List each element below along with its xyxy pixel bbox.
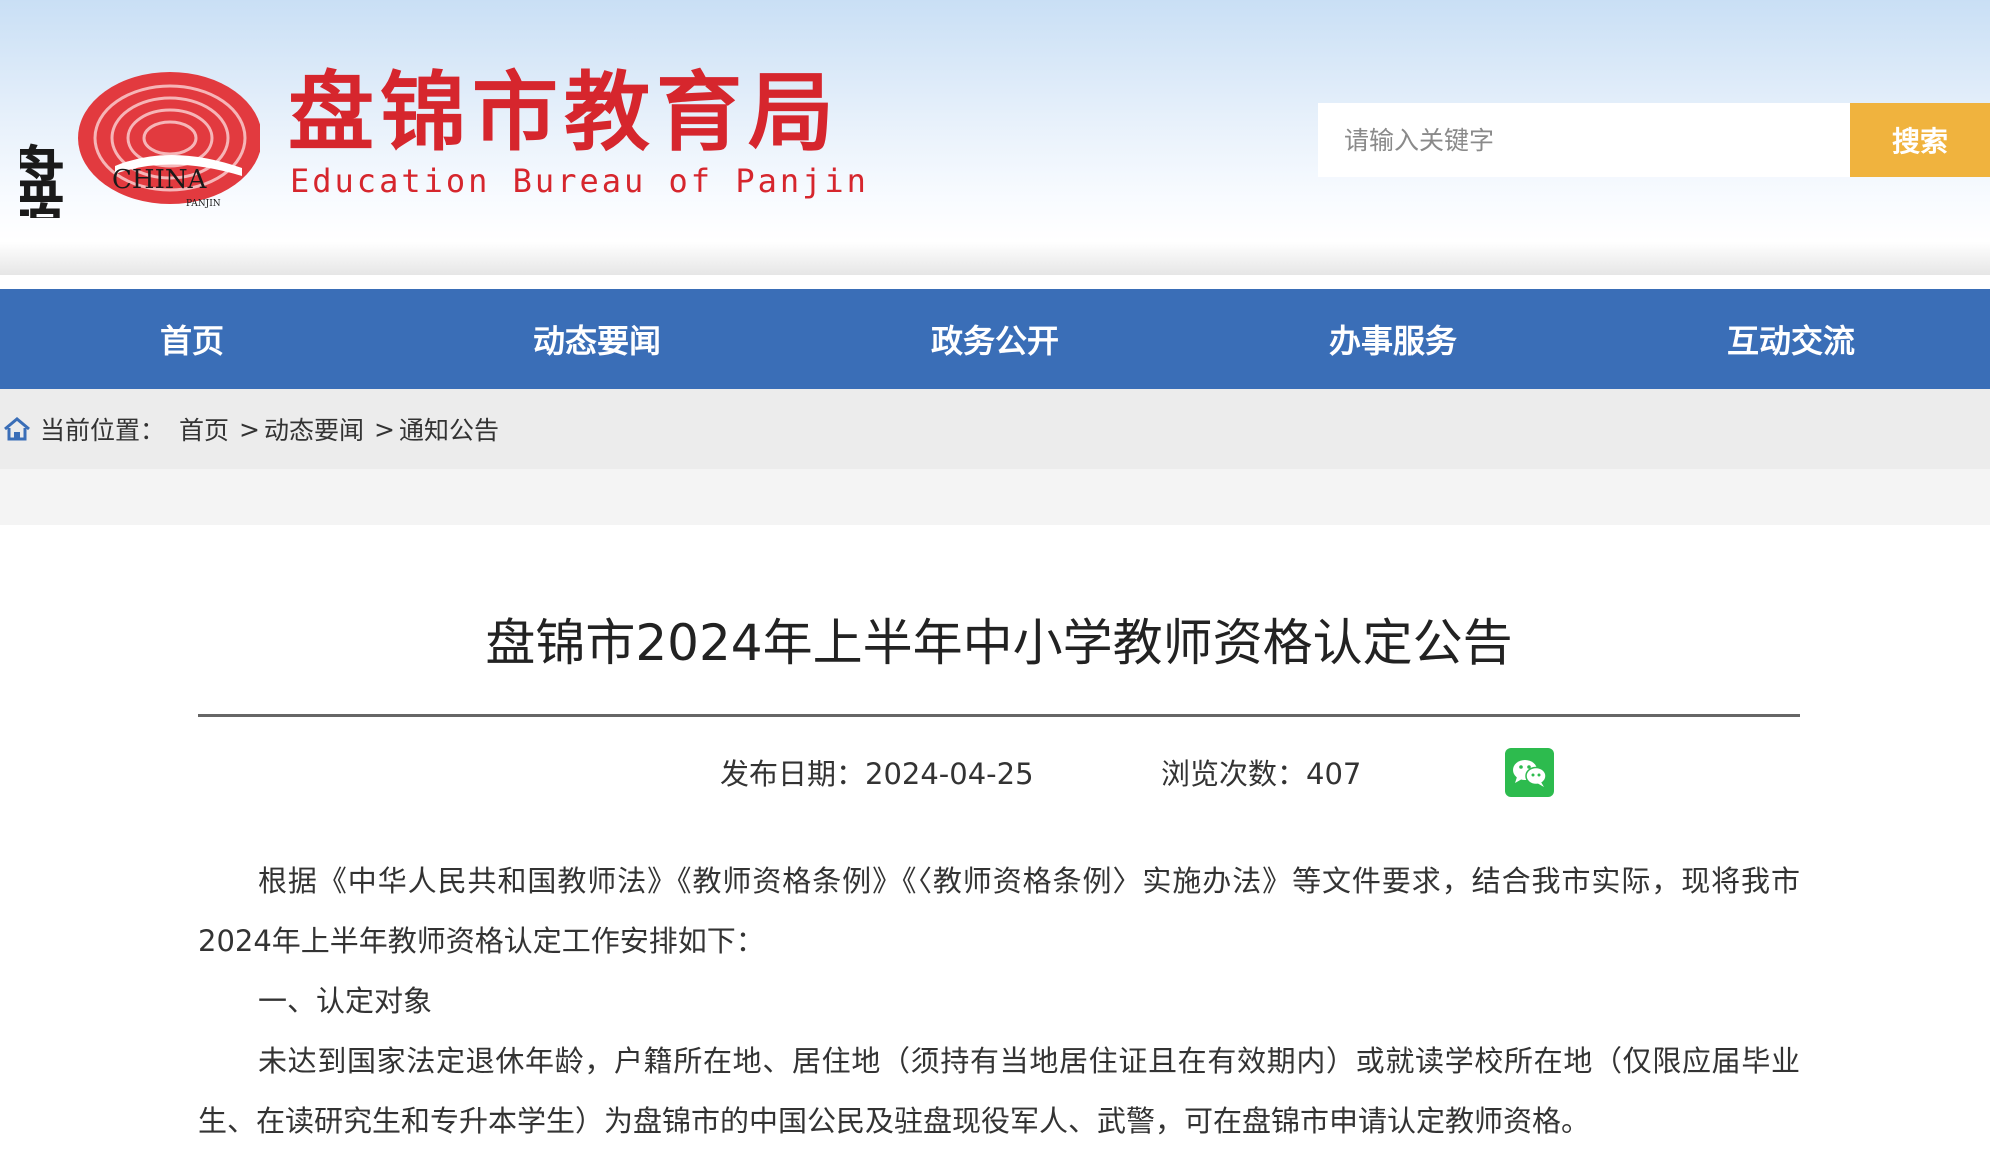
breadcrumb-notices[interactable]: 通知公告 — [399, 411, 499, 447]
article-paragraph: 根据《中华人民共和国教师法》《教师资格条例》《〈教师资格条例〉实施办法》等文件要… — [198, 864, 1800, 958]
main-nav: 首页 动态要闻 政务公开 办事服务 互动交流 — [0, 289, 1990, 389]
article-paragraph: 未达到国家法定退休年龄，户籍所在地、居住地（须持有当地居住证且在有效期内）或就读… — [198, 1044, 1800, 1138]
search-input[interactable] — [1318, 103, 1850, 177]
site-header: 盘锦 CHINA PANJIN 盘锦市教育局 Education Bureau … — [0, 0, 1990, 275]
breadcrumb-underlay — [0, 469, 1990, 525]
breadcrumb: 当前位置： 首页 > 动态要闻 > 通知公告 — [0, 389, 1990, 469]
breadcrumb-separator: > — [374, 414, 395, 444]
publish-date: 发布日期：2024-04-25 — [720, 757, 1034, 791]
panjin-logo-icon[interactable]: 盘锦 CHINA PANJIN — [20, 48, 260, 218]
breadcrumb-separator: > — [239, 414, 260, 444]
breadcrumb-home[interactable]: 首页 — [179, 411, 229, 447]
search-button[interactable]: 搜索 — [1850, 103, 1990, 177]
wechat-share-icon[interactable] — [1505, 748, 1554, 797]
logo-en-text: CHINA — [112, 165, 208, 195]
view-count: 浏览次数：407 — [1161, 757, 1362, 791]
home-icon — [4, 417, 30, 441]
logo-small-text: PANJIN — [186, 199, 221, 209]
nav-item-home[interactable]: 首页 — [0, 289, 398, 389]
article-title: 盘锦市2024年上半年中小学教师资格认定公告 — [485, 614, 1513, 672]
article-section-heading: 一、认定对象 — [258, 984, 433, 1018]
logo-cn-text: 盘锦 — [20, 143, 65, 218]
breadcrumb-news[interactable]: 动态要闻 — [264, 411, 364, 447]
site-title: 盘锦市教育局 — [288, 63, 840, 163]
site-subtitle: Education Bureau of Panjin — [290, 162, 869, 200]
nav-item-services[interactable]: 办事服务 — [1194, 289, 1592, 389]
nav-item-interaction[interactable]: 互动交流 — [1592, 289, 1990, 389]
nav-item-news[interactable]: 动态要闻 — [398, 289, 796, 389]
title-divider — [198, 714, 1800, 717]
nav-item-government-affairs[interactable]: 政务公开 — [796, 289, 1194, 389]
breadcrumb-prefix: 当前位置： — [40, 416, 166, 445]
